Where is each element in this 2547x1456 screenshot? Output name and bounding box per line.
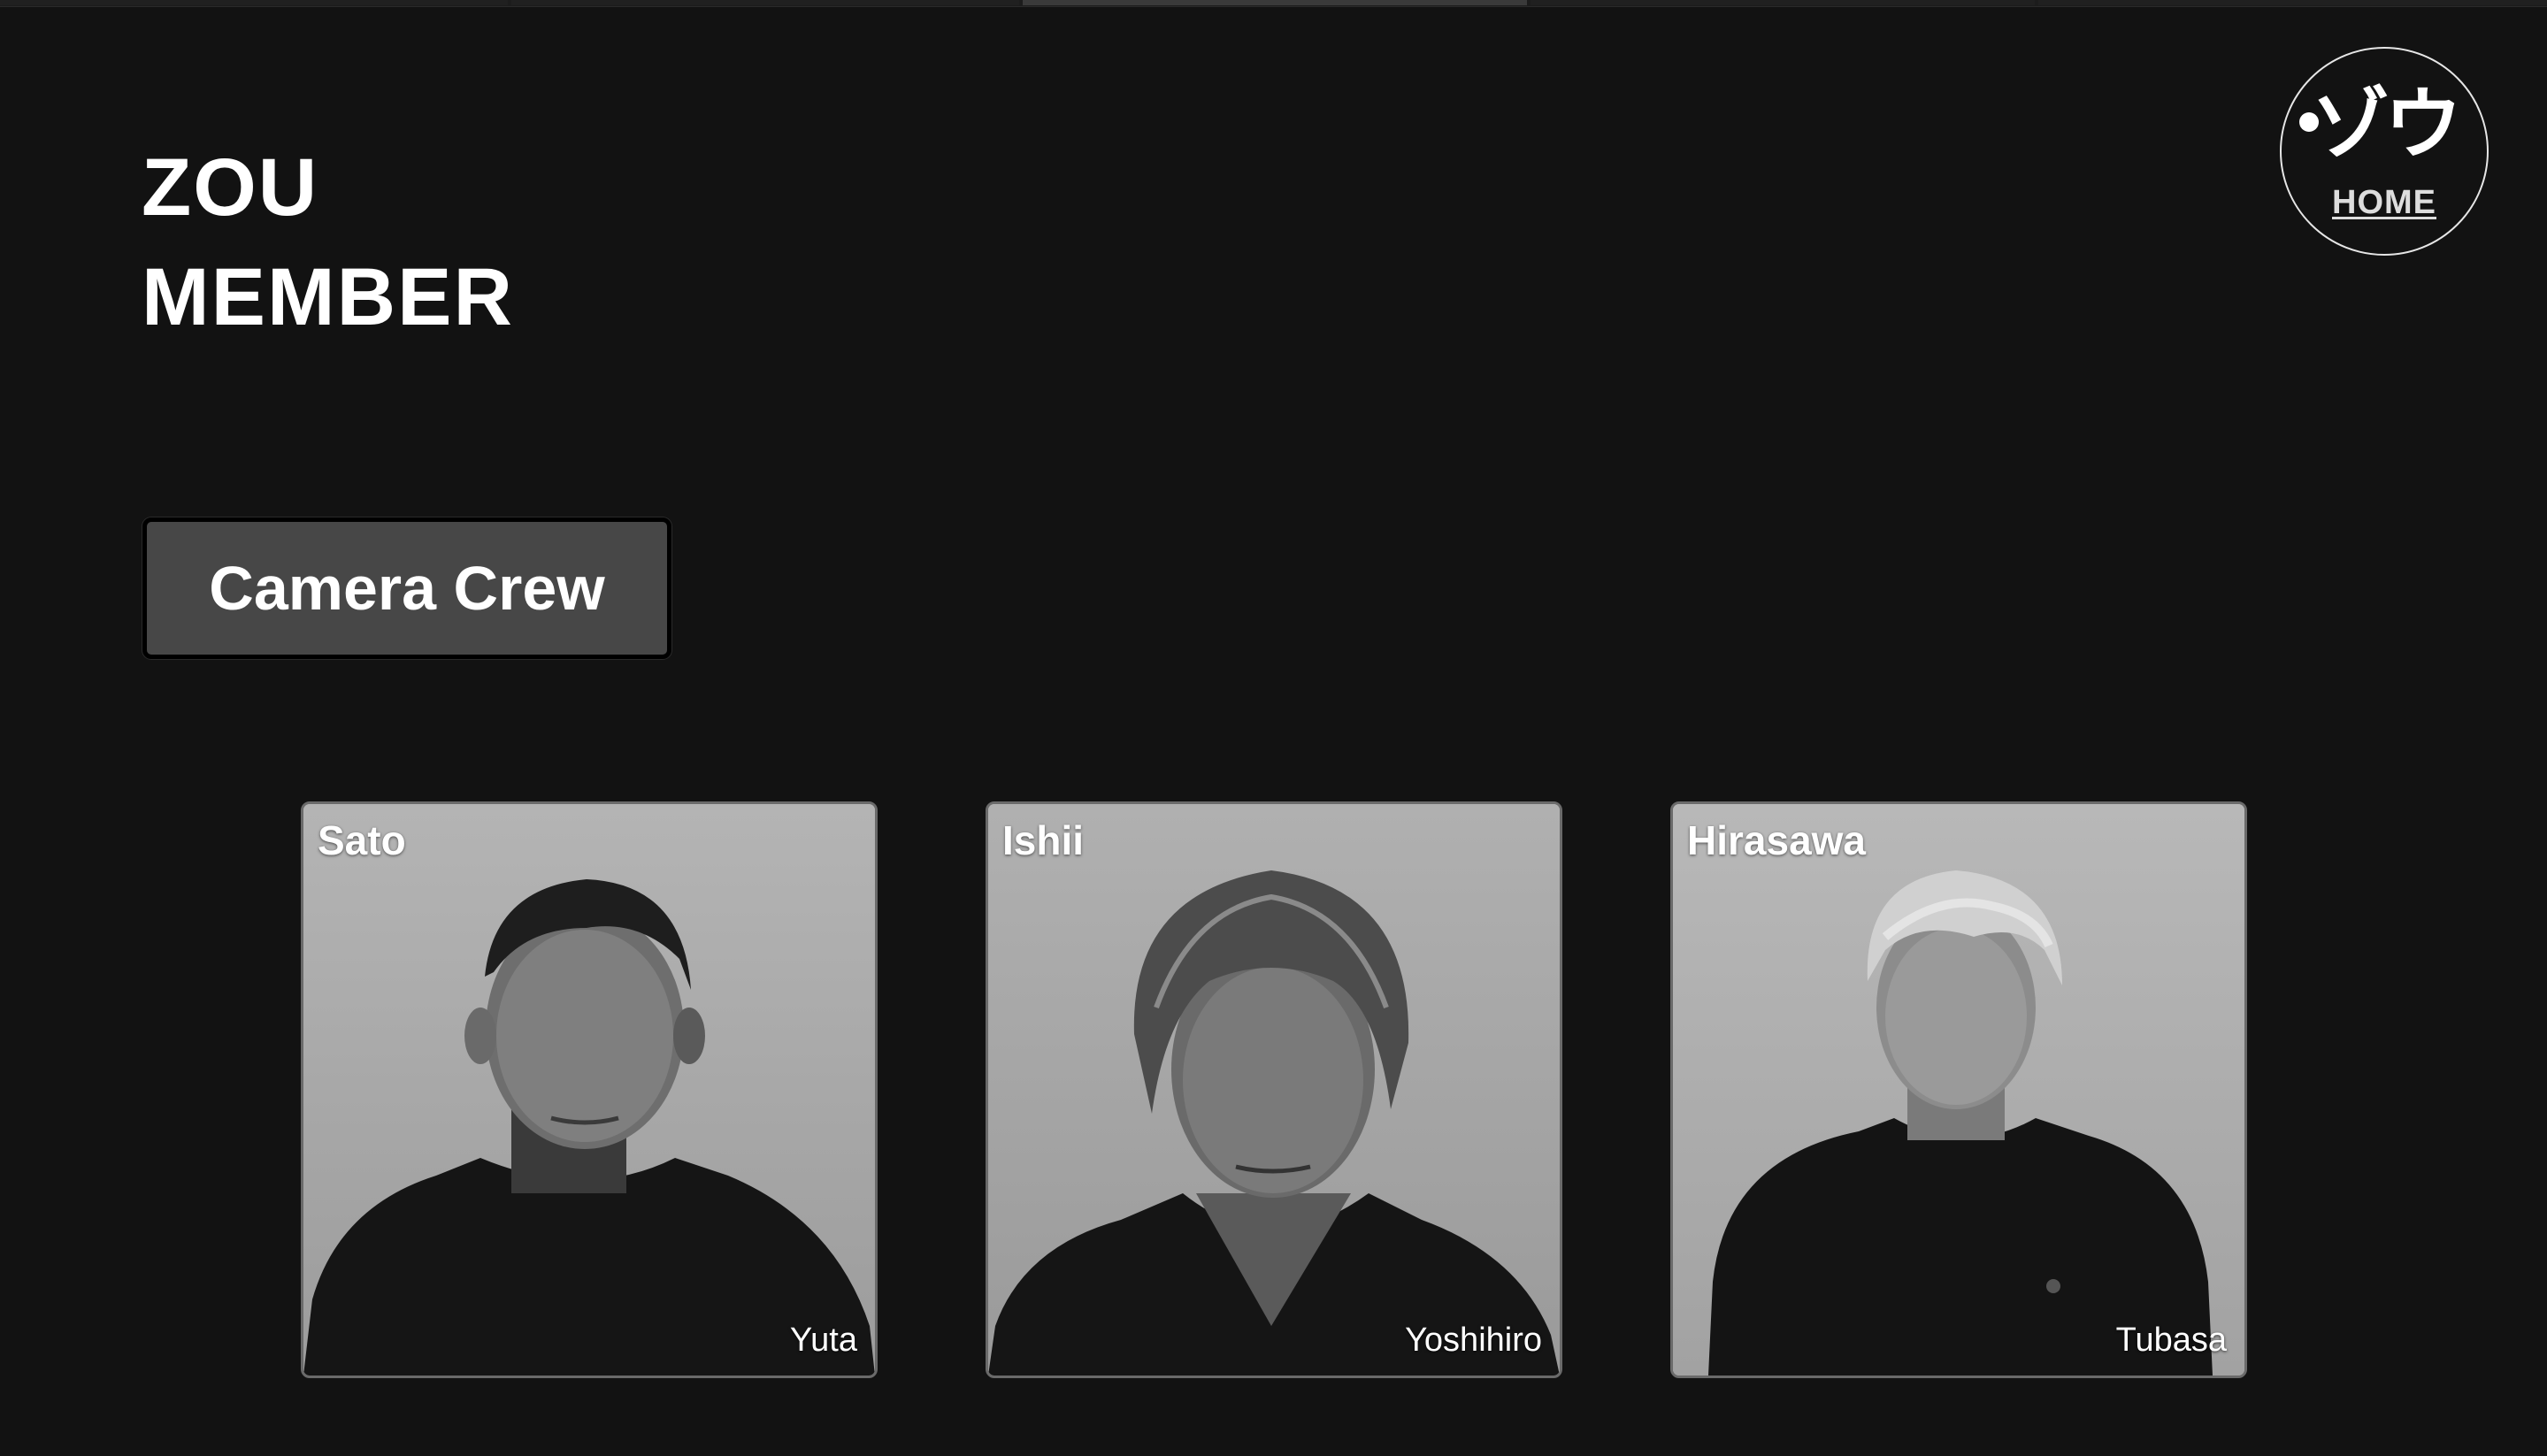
- member-surname: Sato: [318, 817, 406, 863]
- page-title-line-1: ZOU: [142, 142, 319, 233]
- member-given-name: Tubasa: [2115, 1322, 2227, 1359]
- logo-kana: ゾウ: [2311, 79, 2462, 170]
- tab-segment-active[interactable]: [1023, 0, 1527, 5]
- portrait-photo: [1673, 804, 2244, 1376]
- portrait-photo: [988, 804, 1560, 1376]
- portrait-photo: [303, 804, 875, 1376]
- tab-segment[interactable]: [0, 0, 508, 5]
- member-surname: Hirasawa: [1687, 817, 1867, 863]
- member-given-name: Yuta: [789, 1322, 857, 1359]
- tab-segment[interactable]: [511, 0, 1019, 5]
- tab-segment[interactable]: [1531, 0, 2035, 5]
- member-card-hirasawa[interactable]: Hirasawa Tubasa: [1670, 801, 2247, 1378]
- page-title: ZOU MEMBER: [142, 133, 514, 352]
- top-tab-strip: [0, 0, 2547, 7]
- page-title-line-2: MEMBER: [142, 252, 514, 342]
- member-given-name: Yoshihiro: [1405, 1322, 1542, 1359]
- member-card-sato[interactable]: Sato Yuta: [301, 801, 878, 1378]
- home-label: HOME: [2332, 184, 2436, 221]
- camera-crew-button[interactable]: Camera Crew: [142, 517, 671, 659]
- member-card-ishii[interactable]: Ishii Yoshihiro: [986, 801, 1562, 1378]
- member-surname: Ishii: [1002, 817, 1085, 863]
- tab-segment[interactable]: [2038, 0, 2547, 5]
- home-logo-link[interactable]: ゾウ HOME: [2280, 47, 2489, 256]
